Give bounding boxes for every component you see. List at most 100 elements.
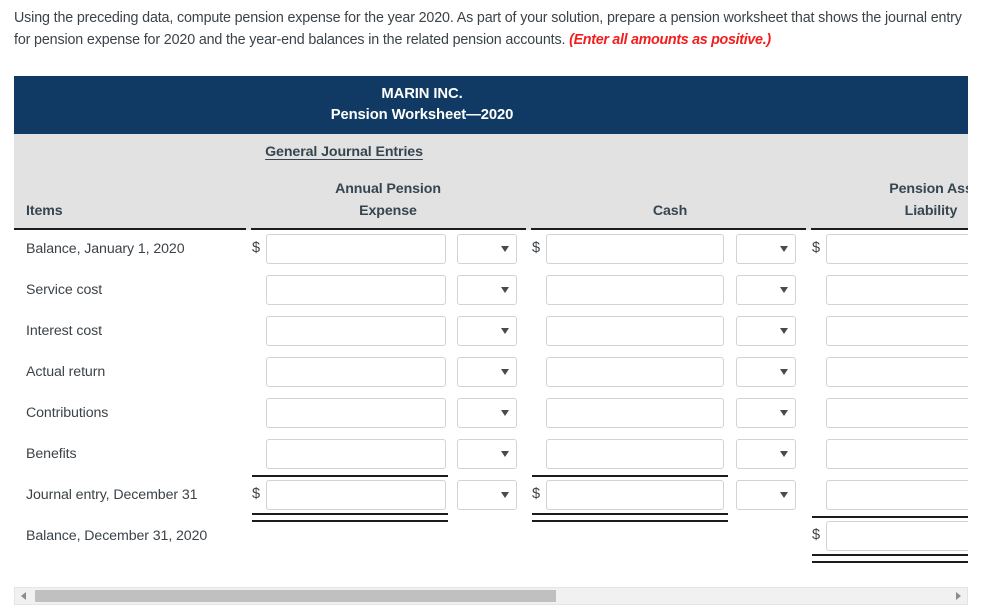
chevron-down-icon xyxy=(501,246,509,252)
chevron-down-icon xyxy=(780,328,788,334)
amount-input-pension-asset-liability[interactable] xyxy=(826,234,968,264)
amount-input-pension-asset-liability[interactable] xyxy=(826,316,968,346)
amount-input-cash[interactable] xyxy=(546,480,724,510)
amount-input-pension-asset-liability[interactable] xyxy=(826,275,968,305)
chevron-down-icon xyxy=(780,287,788,293)
chevron-down-icon xyxy=(780,369,788,375)
total-rule-cash xyxy=(532,513,728,522)
column-header-cash: Cash xyxy=(652,203,688,219)
worksheet-title-block: MARIN INC. Pension Worksheet—2020 xyxy=(14,84,968,126)
scrollbar-thumb[interactable] xyxy=(35,590,556,602)
chevron-down-icon xyxy=(780,410,788,416)
row-label: Balance, January 1, 2020 xyxy=(26,241,185,257)
sign-dropdown-annual-pension-expense[interactable] xyxy=(457,316,517,346)
currency-symbol: $ xyxy=(252,240,261,256)
amount-input-annual-pension-expense[interactable] xyxy=(266,357,446,387)
triangle-left-glyph xyxy=(21,592,26,600)
sign-dropdown-annual-pension-expense[interactable] xyxy=(457,234,517,264)
amount-input-annual-pension-expense[interactable] xyxy=(266,398,446,428)
amount-input-pension-asset-liability[interactable] xyxy=(826,398,968,428)
worksheet-title-bar: MARIN INC. Pension Worksheet—2020 xyxy=(14,76,968,134)
worksheet-column-headers: General Journal Entries Items Annual Pen… xyxy=(14,134,968,230)
total-rule-pension-asset-liability xyxy=(812,554,968,563)
sign-dropdown-cash[interactable] xyxy=(736,357,796,387)
row-label: Actual return xyxy=(26,364,106,380)
row-label: Interest cost xyxy=(26,323,102,339)
company-name: MARIN INC. xyxy=(381,86,463,102)
amount-input-annual-pension-expense[interactable] xyxy=(266,439,446,469)
enter-amounts-note: (Enter all amounts as positive.) xyxy=(569,32,771,48)
horizontal-scrollbar[interactable] xyxy=(14,587,968,605)
chevron-down-icon xyxy=(780,451,788,457)
chevron-down-icon xyxy=(501,369,509,375)
pension-worksheet: MARIN INC. Pension Worksheet—2020 Genera… xyxy=(14,76,968,574)
amount-input-pension-asset-liability[interactable] xyxy=(826,480,968,510)
currency-symbol: $ xyxy=(532,240,541,256)
chevron-down-icon xyxy=(501,287,509,293)
amount-input-cash[interactable] xyxy=(546,234,724,264)
column-header-pension-asset-line1: Pension Ass xyxy=(889,181,968,197)
amount-input-pension-asset-liability[interactable] xyxy=(826,439,968,469)
sign-dropdown-cash[interactable] xyxy=(736,439,796,469)
sign-dropdown-cash[interactable] xyxy=(736,398,796,428)
column-header-annual-pension-expense: Annual Pension Expense xyxy=(246,178,530,222)
amount-input-annual-pension-expense[interactable] xyxy=(266,275,446,305)
amount-input-pension-asset-liability[interactable] xyxy=(826,521,968,551)
column-header-annual-pension-expense-line2: Expense xyxy=(359,203,417,219)
amount-input-cash[interactable] xyxy=(546,398,724,428)
amount-input-annual-pension-expense[interactable] xyxy=(266,234,446,264)
table-row: Journal entry, December 31 $ $ xyxy=(14,476,968,517)
sign-dropdown-cash[interactable] xyxy=(736,275,796,305)
chevron-down-icon xyxy=(780,246,788,252)
currency-symbol: $ xyxy=(252,486,261,502)
amount-input-cash[interactable] xyxy=(546,316,724,346)
currency-symbol: $ xyxy=(532,486,541,502)
row-label: Balance, December 31, 2020 xyxy=(26,528,208,544)
column-header-pension-asset-liability: Pension Ass Liability xyxy=(811,178,968,222)
amount-input-cash[interactable] xyxy=(546,357,724,387)
row-label: Contributions xyxy=(26,405,109,421)
question-prompt: Using the preceding data, compute pensio… xyxy=(14,7,966,51)
row-label: Benefits xyxy=(26,446,77,462)
general-journal-entries-label: General Journal Entries xyxy=(265,144,423,160)
table-row: Interest cost xyxy=(14,312,968,353)
sign-dropdown-annual-pension-expense[interactable] xyxy=(457,275,517,305)
triangle-right-glyph xyxy=(956,592,961,600)
column-header-pension-asset-line2: Liability xyxy=(904,203,958,219)
table-row: Actual return xyxy=(14,353,968,394)
currency-symbol: $ xyxy=(812,240,821,256)
sign-dropdown-cash[interactable] xyxy=(736,480,796,510)
scroll-right-arrow-icon[interactable] xyxy=(950,588,967,604)
scroll-left-arrow-icon[interactable] xyxy=(15,588,32,604)
question-text: Using the preceding data, compute pensio… xyxy=(14,10,962,48)
table-row: Contributions xyxy=(14,394,968,435)
table-row: Service cost xyxy=(14,271,968,312)
total-rule-annual-pension-expense xyxy=(252,513,448,522)
sign-dropdown-annual-pension-expense[interactable] xyxy=(457,480,517,510)
amount-input-annual-pension-expense[interactable] xyxy=(266,316,446,346)
sign-dropdown-cash[interactable] xyxy=(736,234,796,264)
row-label: Service cost xyxy=(26,282,103,298)
table-row: Balance, December 31, 2020 $ xyxy=(14,517,968,558)
sign-dropdown-annual-pension-expense[interactable] xyxy=(457,439,517,469)
table-row: Benefits xyxy=(14,435,968,476)
row-label: Journal entry, December 31 xyxy=(26,487,198,503)
chevron-down-icon xyxy=(501,410,509,416)
sign-dropdown-cash[interactable] xyxy=(736,316,796,346)
amount-input-pension-asset-liability[interactable] xyxy=(826,357,968,387)
worksheet-subtitle: Pension Worksheet—2020 xyxy=(330,107,514,123)
currency-symbol: $ xyxy=(812,527,821,543)
subtotal-rule-pension-asset-liability xyxy=(812,516,968,518)
worksheet-rows: Balance, January 1, 2020 $ $ $ Service cost I… xyxy=(14,230,968,574)
amount-input-cash[interactable] xyxy=(546,439,724,469)
subtotal-rule-annual-pension-expense xyxy=(252,475,448,477)
sign-dropdown-annual-pension-expense[interactable] xyxy=(457,357,517,387)
amount-input-cash[interactable] xyxy=(546,275,724,305)
chevron-down-icon xyxy=(501,328,509,334)
table-row: Balance, January 1, 2020 $ $ $ xyxy=(14,230,968,271)
column-header-annual-pension-expense-line1: Annual Pension xyxy=(335,181,441,197)
sign-dropdown-annual-pension-expense[interactable] xyxy=(457,398,517,428)
subtotal-rule-cash xyxy=(532,475,728,477)
chevron-down-icon xyxy=(501,451,509,457)
amount-input-annual-pension-expense[interactable] xyxy=(266,480,446,510)
